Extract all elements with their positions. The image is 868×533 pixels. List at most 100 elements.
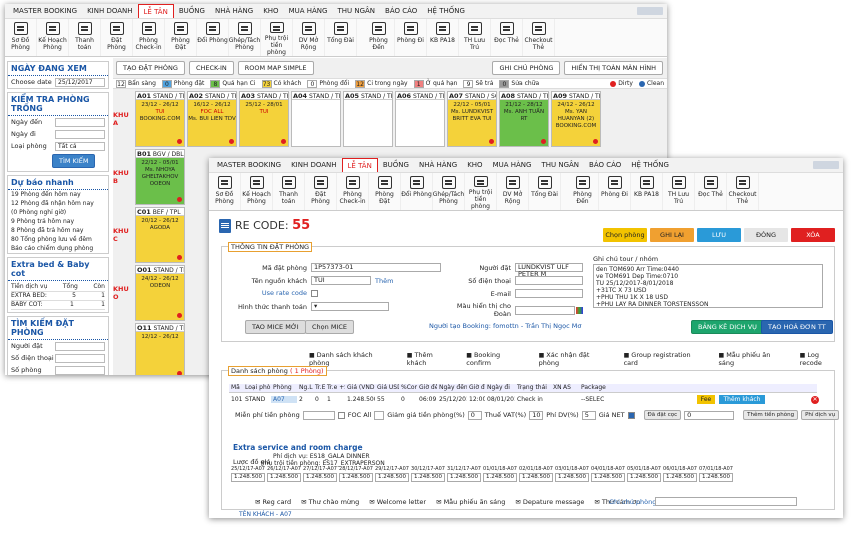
toolbar-button[interactable]: KB PA18 (631, 173, 663, 210)
toolbar-button[interactable]: Tổng Đài (529, 173, 561, 210)
grid-cell[interactable]: 2 (297, 396, 313, 403)
create-mice-button[interactable]: TAO MICE MỚI (245, 320, 306, 334)
grid-cell[interactable]: 1.248.500 (345, 396, 375, 403)
menu-item[interactable]: MUA HÀNG (284, 4, 333, 18)
toolbar-button[interactable]: Phụ trội tiền phòng (465, 173, 497, 210)
toolbar-button[interactable]: DV Mở Rộng (293, 19, 325, 56)
rate-value[interactable]: 1.248.500 (699, 473, 733, 482)
toolbar-button[interactable]: Đặt Phòng (101, 19, 133, 56)
toolbar-button[interactable]: Sơ Đồ Phòng (209, 173, 241, 210)
menu-item[interactable]: BÁO CÁO (584, 158, 626, 172)
tour-note-textarea[interactable]: den TOM690 Arr Time:0440 ve TOM691 Dep Ti… (593, 264, 823, 308)
toolbar-button[interactable]: Thanh toán (69, 19, 101, 56)
letter-link[interactable]: Thư chào mừng (301, 498, 360, 506)
create-booking-button[interactable]: TẠO ĐẶT PHÒNG (116, 61, 185, 75)
menu-item[interactable]: BÁO CÁO (380, 4, 422, 18)
room-card[interactable]: B01 BGV / DBL 22/12 - 05/01 Ms. NHOYA GHEL… (135, 149, 185, 205)
rate-value[interactable]: 1.248.500 (375, 473, 409, 482)
create-invoice-button[interactable]: TẠO HOÁ ĐƠN TT (761, 320, 833, 334)
toolbar-button[interactable]: Ghép/Tách Phòng (229, 19, 261, 56)
toolbar-button[interactable]: Đổi Phòng (401, 173, 433, 210)
letter-link[interactable]: Welcome letter (369, 498, 426, 506)
booking-action-button[interactable]: Chọn phòng (603, 228, 647, 242)
toolbar-button[interactable]: Phòng Đến (363, 19, 395, 56)
phone-input[interactable] (55, 353, 105, 363)
toolbar-button[interactable]: Phòng Đến (567, 173, 599, 210)
menu-item[interactable]: THU NGÂN (536, 158, 584, 172)
menu-item[interactable]: BUỒNG (378, 158, 414, 172)
toolbar-button[interactable]: TH Lưu Trú (459, 19, 491, 56)
arrival-date-input[interactable] (55, 117, 105, 127)
toolbar-button[interactable]: Đổi Phòng (197, 19, 229, 56)
booking-action-button[interactable]: GHI LẠI (650, 228, 694, 242)
remove-row-icon[interactable]: ✕ (811, 396, 819, 404)
grid-cell[interactable]: 55 (375, 396, 399, 403)
menu-item[interactable]: KINH DOANH (286, 158, 341, 172)
room-note-button[interactable]: GHI CHÚ PHÒNG (492, 61, 561, 75)
toolbar-button[interactable]: TH Lưu Trú (663, 173, 695, 210)
toolbar-button[interactable]: Phụ trội tiền phòng (261, 19, 293, 56)
grid-cell[interactable]: 1 (325, 396, 345, 403)
booking-link[interactable]: Xác nhận đặt phòng (539, 351, 612, 367)
booker-input[interactable] (55, 341, 105, 351)
menu-item[interactable]: NHÀ HÀNG (210, 4, 258, 18)
service-list-button[interactable]: BẢNG KÊ DỊCH VỤ (691, 320, 764, 334)
room-card[interactable]: A03 STAND / TPL 25/12 - 28/01TUI (239, 91, 289, 147)
booker-input[interactable]: LUNDKVIST ULF PETER M (515, 263, 583, 278)
use-rate-code-checkbox[interactable] (311, 289, 318, 297)
booking-action-button[interactable]: LƯU (697, 228, 741, 242)
rate-value[interactable]: 1.248.500 (267, 473, 301, 482)
vat-input[interactable]: 10 (529, 410, 544, 420)
discount-check[interactable] (374, 410, 385, 420)
color-picker-icon[interactable] (576, 306, 583, 314)
toolbar-button[interactable]: Thanh toán (273, 173, 305, 210)
toolbar-button[interactable]: Phòng Đi (395, 19, 427, 56)
room-card[interactable]: A06 STAND / TPL (395, 91, 445, 147)
toolbar-button[interactable]: Phòng Đặt (369, 173, 401, 210)
toolbar-button[interactable]: Kế Hoạch Phòng (241, 173, 273, 210)
grid-cell[interactable]: Check in (515, 396, 551, 403)
letter-link[interactable]: Mẫu phiếu ăn sáng (436, 498, 506, 506)
booking-link[interactable]: Danh sách khách phòng (309, 351, 395, 367)
room-type-select[interactable]: Tất cả (55, 141, 105, 151)
room-card[interactable]: C01 BEF / TPL 20/12 - 26/12 AGODA (135, 207, 185, 263)
toolbar-button[interactable]: Đặt Phòng (305, 173, 337, 210)
rate-value[interactable]: 1.248.500 (555, 473, 589, 482)
toolbar-button[interactable]: Checkout Thẻ (727, 173, 759, 210)
rate-value[interactable]: 1.248.500 (447, 473, 481, 482)
rate-value[interactable]: 1.248.500 (627, 473, 661, 482)
add-room-charge-button[interactable]: Thêm tiền phòng (743, 410, 799, 420)
grid-cell[interactable]: 08/01/2018 (485, 396, 515, 403)
grid-cell[interactable]: 0 (313, 396, 325, 403)
menu-item[interactable]: KINH DOANH (82, 4, 137, 18)
toolbar-button[interactable]: Sơ Đồ Phòng (5, 19, 37, 56)
choose-mice-button[interactable]: Chọn MICE (305, 320, 354, 334)
rate-value[interactable]: 1.248.500 (231, 473, 265, 482)
room-card[interactable]: A04 STAND / TPL (291, 91, 341, 147)
menu-item[interactable]: THU NGÂN (332, 4, 380, 18)
toolbar-button[interactable]: Đọc Thẻ (491, 19, 523, 56)
foc-all-checkbox[interactable] (337, 411, 345, 419)
room-card[interactable]: O01 STAND / TPL 24/12 - 26/12ODEON (135, 265, 185, 321)
net-price-checkbox[interactable] (627, 411, 635, 419)
room-card[interactable]: A09 STAND / TPL 24/12 - 26/12Ms. YAN HUAN… (551, 91, 601, 147)
room-card[interactable]: A01 STAND / TPL 23/12 - 26/12TUIBOOKING.C… (135, 91, 185, 147)
deposit-button[interactable]: Đã đặt cọc (643, 410, 682, 420)
room-no-input[interactable] (55, 365, 105, 375)
booking-link[interactable]: Thêm khách (407, 351, 455, 367)
service-fee-input[interactable]: 5 (581, 410, 596, 420)
booking-link[interactable]: Mẫu phiếu ăn sáng (719, 351, 788, 367)
room-note-input[interactable] (655, 497, 797, 506)
email-input[interactable] (515, 289, 583, 298)
service-fee-button[interactable]: Phí dịch vụ (801, 410, 840, 420)
toolbar-button[interactable]: Đọc Thẻ (695, 173, 727, 210)
menu-item[interactable]: NHÀ HÀNG (414, 158, 462, 172)
toolbar-button[interactable]: DV Mở Rộng (497, 173, 529, 210)
search-availability-button[interactable]: TÌM KIẾM (52, 154, 96, 168)
group-color-input[interactable] (515, 305, 575, 315)
booking-action-button[interactable]: ĐÓNG (744, 228, 788, 242)
menu-item[interactable]: LỄ TÂN (137, 4, 174, 18)
departure-date-input[interactable] (55, 129, 105, 139)
check-in-button[interactable]: CHECK-IN (188, 61, 234, 75)
toolbar-button[interactable]: Phòng Đặt (165, 19, 197, 56)
